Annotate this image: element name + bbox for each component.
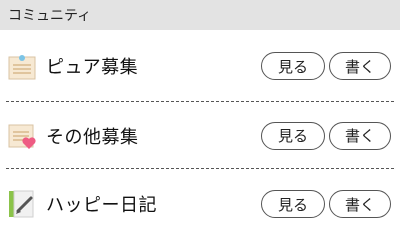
memo-heart-icon — [7, 121, 37, 151]
memo-pin-icon — [7, 51, 37, 81]
section-header: コミュニティ — [0, 0, 400, 30]
view-button[interactable]: 見る — [261, 52, 325, 80]
community-list: ピュア募集 見る 書く その他募集 見る 書く ハッピー日記 見る 書く — [0, 30, 400, 239]
section-header-title: コミュニティ — [8, 8, 92, 24]
community-title: ハッピー日記 — [46, 195, 157, 216]
notebook-pen-icon — [7, 189, 37, 219]
view-button[interactable]: 見る — [261, 190, 325, 218]
write-button[interactable]: 書く — [329, 52, 391, 80]
community-row-pure: ピュア募集 見る 書く — [0, 30, 400, 102]
write-button[interactable]: 書く — [329, 121, 391, 150]
view-button[interactable]: 見る — [261, 121, 325, 150]
community-title: その他募集 — [46, 126, 139, 148]
community-row-other: その他募集 見る 書く — [0, 102, 400, 169]
community-row-diary: ハッピー日記 見る 書く — [0, 169, 400, 239]
write-button[interactable]: 書く — [329, 190, 391, 218]
community-title: ピュア募集 — [46, 57, 139, 78]
